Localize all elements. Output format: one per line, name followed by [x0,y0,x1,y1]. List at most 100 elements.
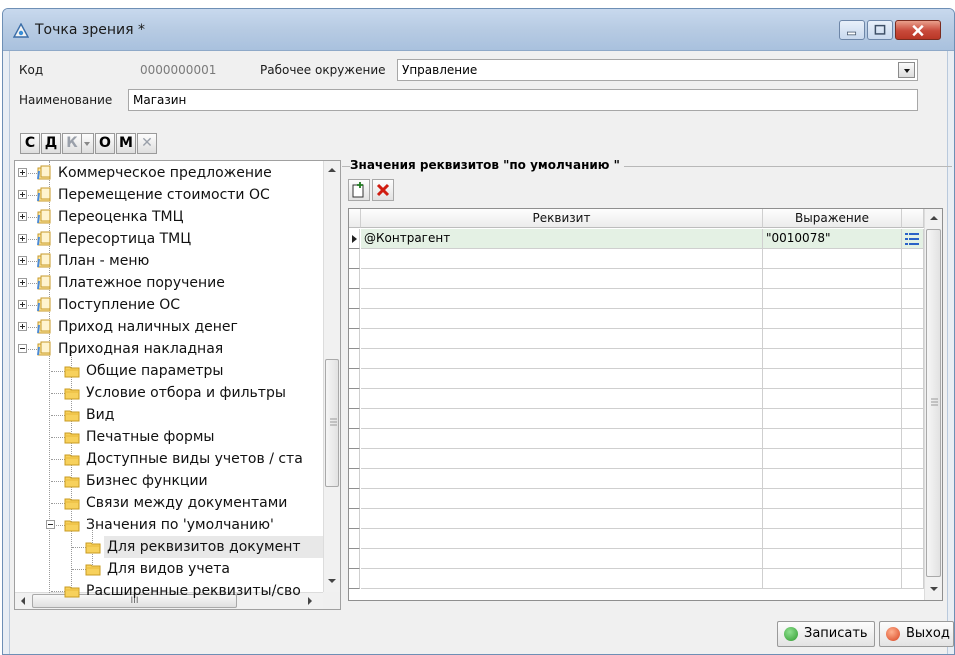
list-icon[interactable] [905,233,919,245]
cell-expression[interactable]: "0010078" [763,229,902,249]
scroll-up-icon[interactable] [328,168,336,172]
cell-attribute[interactable] [361,409,763,429]
table-row[interactable] [349,549,925,569]
cell-action[interactable] [902,229,924,249]
cell-action[interactable] [902,469,924,489]
table-row[interactable] [349,489,925,509]
row-indicator[interactable] [349,429,360,449]
row-indicator[interactable] [349,369,360,389]
cell-action[interactable] [902,249,924,269]
add-row-button[interactable] [348,179,370,201]
row-indicator[interactable] [349,569,360,589]
cell-expression[interactable] [763,449,902,469]
cell-expression[interactable] [763,569,902,589]
column-header-expression[interactable]: Выражение [763,209,902,228]
cell-expression[interactable] [763,309,902,329]
tree-item[interactable]: Расширенные реквизиты/сво [15,580,323,602]
row-indicator[interactable] [349,389,360,409]
row-indicator[interactable] [349,289,360,309]
cell-expression[interactable] [763,269,902,289]
expand-icon[interactable] [18,234,27,243]
expand-icon[interactable] [18,278,27,287]
tree-item[interactable]: Печатные формы [15,426,323,448]
row-indicator[interactable] [349,249,360,269]
grid-scroll-down-icon[interactable] [930,587,938,591]
toolbar-button-m[interactable]: М [116,133,136,154]
cell-attribute[interactable] [361,289,763,309]
table-row[interactable] [349,449,925,469]
cell-expression[interactable] [763,409,902,429]
tree-item[interactable]: Общие параметры [15,360,323,382]
expand-icon[interactable] [18,212,27,221]
table-row[interactable] [349,429,925,449]
row-indicator[interactable] [349,309,360,329]
expand-icon[interactable] [18,256,27,265]
table-row[interactable] [349,369,925,389]
expand-icon[interactable] [18,190,27,199]
cell-attribute[interactable] [361,449,763,469]
tree-item[interactable]: Платежное поручение [15,272,323,294]
table-row[interactable] [349,249,925,269]
cell-attribute[interactable] [361,469,763,489]
default-values-grid[interactable]: Реквизит Выражение @Контрагент "0010078" [348,208,943,601]
cell-attribute[interactable] [361,329,763,349]
grid-scroll-thumb[interactable] [926,229,941,577]
tree-item[interactable]: Приход наличных денег [15,316,323,338]
cell-action[interactable] [902,329,924,349]
cell-expression[interactable] [763,369,902,389]
cell-action[interactable] [902,569,924,589]
maximize-button[interactable] [867,20,893,40]
tree-item[interactable]: Для видов учета [15,558,323,580]
exit-button[interactable]: Выход [879,621,954,647]
cell-attribute[interactable] [361,569,763,589]
tree-item[interactable]: Поступление ОС [15,294,323,316]
minimize-button[interactable] [839,20,865,40]
table-row[interactable] [349,329,925,349]
tree-item[interactable]: Приходная накладная [15,338,323,360]
tree-item[interactable]: Связи между документами [15,492,323,514]
expand-icon[interactable] [18,322,27,331]
cell-attribute[interactable] [361,549,763,569]
column-header-attribute[interactable]: Реквизит [361,209,763,228]
cell-action[interactable] [902,389,924,409]
tree-item[interactable]: Пересортица ТМЦ [15,228,323,250]
table-row[interactable] [349,269,925,289]
cell-action[interactable] [902,429,924,449]
tree-item[interactable]: Бизнес функции [15,470,323,492]
workspace-select[interactable]: Управление [397,59,918,81]
cell-expression[interactable] [763,289,902,309]
cell-attribute[interactable] [361,369,763,389]
cell-action[interactable] [902,449,924,469]
row-indicator[interactable] [349,329,360,349]
toolbar-button-k[interactable]: К [62,133,82,154]
cell-attribute[interactable] [361,309,763,329]
tree-item[interactable]: Переоценка ТМЦ [15,206,323,228]
table-row[interactable] [349,349,925,369]
tree-vertical-scrollbar[interactable] [323,161,340,593]
row-indicator[interactable] [349,489,360,509]
tree-item[interactable]: План - меню [15,250,323,272]
table-row[interactable] [349,389,925,409]
toolbar-button-x[interactable]: ✕ [137,133,157,154]
cell-action[interactable] [902,509,924,529]
row-indicator[interactable] [349,269,360,289]
cell-attribute[interactable]: @Контрагент [361,229,763,249]
tree-item[interactable]: Значения по 'умолчанию' [15,514,323,536]
cell-attribute[interactable] [361,349,763,369]
cell-expression[interactable] [763,389,902,409]
cell-attribute[interactable] [361,429,763,449]
cell-action[interactable] [902,549,924,569]
cell-action[interactable] [902,269,924,289]
row-indicator[interactable] [349,409,360,429]
tree-item[interactable]: Перемещение стоимости ОС [15,184,323,206]
table-row[interactable] [349,569,925,589]
tree-item[interactable]: Условие отбора и фильтры [15,382,323,404]
delete-row-button[interactable] [372,179,394,201]
cell-expression[interactable] [763,469,902,489]
cell-action[interactable] [902,409,924,429]
collapse-icon[interactable] [18,344,27,353]
cell-attribute[interactable] [361,509,763,529]
row-indicator[interactable] [349,229,360,249]
table-row[interactable] [349,289,925,309]
settings-tree[interactable]: III Коммерческое предложение Перемещение … [14,160,341,610]
